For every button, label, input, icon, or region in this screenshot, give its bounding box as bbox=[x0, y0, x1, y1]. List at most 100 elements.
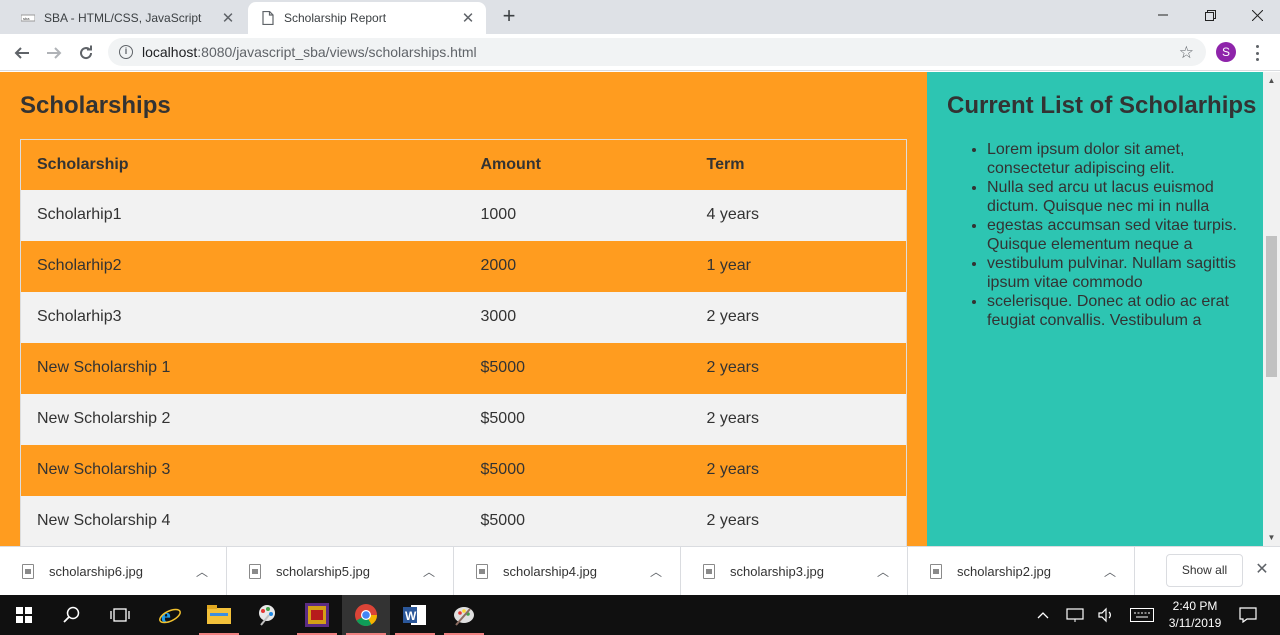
chevron-up-icon[interactable]: ︿ bbox=[1100, 563, 1120, 580]
list-item: vestibulum pulvinar. Nullam sagittis ips… bbox=[987, 254, 1263, 292]
table-cell: 2 years bbox=[706, 359, 759, 376]
table-cell: $5000 bbox=[480, 511, 526, 529]
show-all-button[interactable]: Show all bbox=[1166, 554, 1243, 587]
page-icon bbox=[260, 10, 276, 26]
close-tab-icon[interactable]: ✕ bbox=[458, 8, 478, 28]
close-window-icon[interactable] bbox=[1234, 0, 1280, 30]
url-path: :8080/javascript_sba/views/scholarships.… bbox=[197, 44, 477, 60]
bookmark-star-icon[interactable]: ☆ bbox=[1179, 43, 1194, 63]
column-header: Term bbox=[706, 155, 745, 173]
clock-date: 3/11/2019 bbox=[1168, 616, 1222, 630]
chevron-up-icon[interactable]: ︿ bbox=[419, 563, 439, 580]
download-item[interactable]: scholarship4.jpg ︿ bbox=[454, 547, 681, 596]
table-cell: 1 year bbox=[706, 257, 751, 274]
game-app-icon[interactable] bbox=[293, 595, 341, 635]
table-cell: $5000 bbox=[480, 359, 526, 376]
address-bar[interactable]: i localhost:8080/javascript_sba/views/sc… bbox=[108, 38, 1206, 66]
paint-3d-icon[interactable] bbox=[440, 595, 488, 635]
notification-icon[interactable] bbox=[1236, 605, 1260, 625]
table-cell: 2 years bbox=[706, 410, 759, 427]
main-section: Scholarships Scholarship Amount Term Sch… bbox=[0, 72, 927, 546]
download-filename: scholarship5.jpg bbox=[276, 564, 370, 579]
paint-app-icon[interactable] bbox=[243, 595, 291, 635]
table-cell: Scholarhip3 bbox=[37, 308, 122, 325]
new-tab-icon[interactable]: + bbox=[497, 5, 521, 28]
table-cell: Scholarhip2 bbox=[37, 257, 122, 274]
table-row: New Scholarship 4 $5000 2 years bbox=[20, 495, 907, 546]
list-item: Lorem ipsum dolor sit amet, consectetur … bbox=[987, 140, 1263, 178]
download-item[interactable]: scholarship3.jpg ︿ bbox=[681, 547, 908, 596]
restore-icon[interactable] bbox=[1187, 0, 1233, 30]
image-file-icon bbox=[476, 564, 488, 579]
task-view-icon[interactable] bbox=[96, 595, 144, 635]
table-cell: 2 years bbox=[706, 511, 759, 529]
list-item: scelerisque. Donec at odio ac erat feugi… bbox=[987, 292, 1263, 330]
profile-avatar[interactable]: S bbox=[1216, 42, 1236, 62]
table-cell: 1000 bbox=[480, 206, 517, 223]
download-filename: scholarship3.jpg bbox=[730, 564, 824, 579]
table-row: Scholarhip2 2000 1 year bbox=[20, 240, 907, 292]
image-file-icon bbox=[22, 564, 34, 579]
aside-section: Current List of Scholarhips Lorem ipsum … bbox=[927, 72, 1263, 546]
table-cell: New Scholarship 4 bbox=[37, 511, 171, 529]
table-cell: 2000 bbox=[480, 257, 517, 274]
chevron-up-icon[interactable]: ︿ bbox=[873, 563, 893, 580]
table-cell: 3000 bbox=[480, 308, 517, 325]
site-favicon-icon: sba bbox=[20, 10, 36, 26]
image-file-icon bbox=[930, 564, 942, 579]
download-filename: scholarship4.jpg bbox=[503, 564, 597, 579]
image-file-icon bbox=[703, 564, 715, 579]
site-info-icon[interactable]: i bbox=[119, 45, 133, 59]
reload-icon[interactable] bbox=[72, 39, 100, 67]
file-explorer-icon[interactable] bbox=[195, 595, 243, 635]
table-row: New Scholarship 2 $5000 2 years bbox=[20, 393, 907, 445]
table-cell: $5000 bbox=[480, 410, 526, 427]
svg-text:W: W bbox=[405, 609, 417, 623]
close-shelf-icon[interactable]: ✕ bbox=[1253, 561, 1271, 579]
table-cell: 2 years bbox=[706, 461, 759, 478]
minimize-icon[interactable] bbox=[1140, 0, 1186, 30]
download-item[interactable]: scholarship2.jpg ︿ bbox=[908, 547, 1135, 596]
image-file-icon bbox=[249, 564, 261, 579]
tab-sba[interactable]: sba SBA - HTML/CSS, JavaScript ✕ bbox=[8, 2, 246, 34]
table-row: New Scholarship 3 $5000 2 years bbox=[20, 444, 907, 496]
tab-scholarship-report[interactable]: Scholarship Report ✕ bbox=[248, 2, 486, 34]
table-cell: New Scholarship 1 bbox=[37, 359, 171, 376]
back-icon[interactable] bbox=[8, 39, 36, 67]
scrollbar-thumb[interactable] bbox=[1266, 236, 1277, 377]
browser-tab-strip: sba SBA - HTML/CSS, JavaScript ✕ Scholar… bbox=[0, 0, 1280, 34]
download-item[interactable]: scholarship6.jpg ︿ bbox=[0, 547, 227, 596]
keyboard-icon[interactable] bbox=[1128, 605, 1156, 625]
download-item[interactable]: scholarship5.jpg ︿ bbox=[227, 547, 454, 596]
aside-title: Current List of Scholarhips bbox=[947, 92, 1257, 119]
scroll-up-icon[interactable]: ▲ bbox=[1263, 72, 1280, 89]
internet-explorer-icon[interactable]: e bbox=[146, 595, 194, 635]
downloads-shelf: scholarship6.jpg ︿ scholarship5.jpg ︿ sc… bbox=[0, 546, 1280, 596]
chevron-up-icon[interactable] bbox=[1034, 605, 1052, 625]
search-icon[interactable] bbox=[48, 595, 96, 635]
page-title: Scholarships bbox=[20, 92, 171, 119]
chevron-up-icon[interactable]: ︿ bbox=[192, 563, 212, 580]
chevron-up-icon[interactable]: ︿ bbox=[646, 563, 666, 580]
forward-icon[interactable] bbox=[40, 39, 68, 67]
page-scrollbar[interactable]: ▲ ▼ bbox=[1263, 72, 1280, 546]
tab-title: Scholarship Report bbox=[284, 11, 387, 25]
table-cell: $5000 bbox=[480, 461, 526, 478]
clock-time: 2:40 PM bbox=[1172, 599, 1218, 613]
start-icon[interactable] bbox=[0, 595, 48, 635]
network-icon[interactable] bbox=[1064, 605, 1086, 625]
scroll-down-icon[interactable]: ▼ bbox=[1263, 529, 1280, 546]
volume-icon[interactable] bbox=[1095, 605, 1117, 625]
word-icon[interactable]: W bbox=[391, 595, 439, 635]
download-filename: scholarship2.jpg bbox=[957, 564, 1051, 579]
close-tab-icon[interactable]: ✕ bbox=[218, 8, 238, 28]
table-cell: 2 years bbox=[706, 308, 759, 325]
table-row: New Scholarship 1 $5000 2 years bbox=[20, 342, 907, 394]
browser-menu-icon[interactable] bbox=[1250, 43, 1264, 63]
windows-taskbar: e W 2:40 PM 3/11/2019 bbox=[0, 595, 1280, 635]
browser-toolbar: i localhost:8080/javascript_sba/views/sc… bbox=[0, 34, 1280, 71]
taskbar-clock[interactable]: 2:40 PM 3/11/2019 bbox=[1164, 598, 1226, 632]
url-host: localhost bbox=[142, 44, 198, 60]
chrome-icon[interactable] bbox=[342, 595, 390, 635]
table-cell: New Scholarship 3 bbox=[37, 461, 171, 478]
